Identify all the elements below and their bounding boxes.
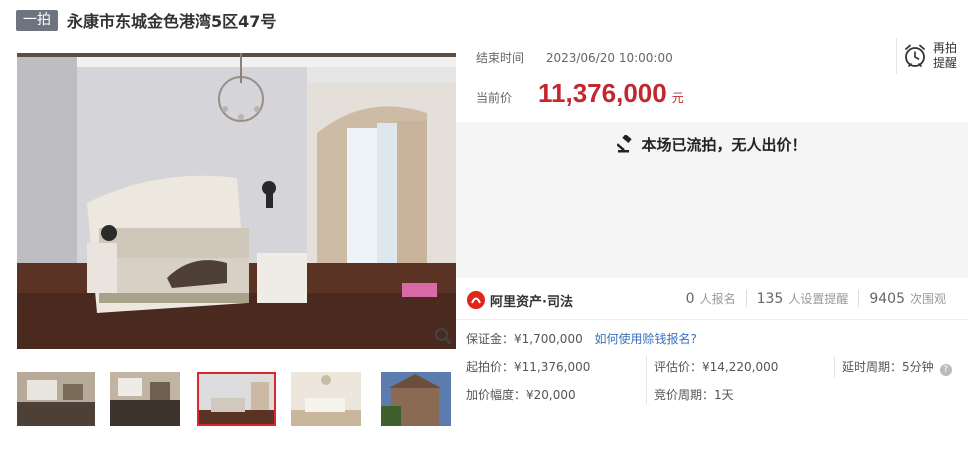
auction-round-badge: 一拍: [16, 9, 58, 31]
end-time-label: 结束时间: [476, 51, 525, 65]
thumbnail-4[interactable]: [291, 372, 361, 426]
stat-reminders-value: 135: [756, 291, 784, 307]
stat-registered-label: 人报名: [699, 292, 736, 306]
delay-period: 延时周期：5分钟?: [842, 358, 952, 376]
reauction-remind-line2: 提醒: [933, 56, 958, 70]
gavel-icon: [617, 135, 633, 153]
divider: [834, 356, 835, 378]
stat-reminders: 135 人设置提醒: [745, 290, 859, 307]
thumbnail-2[interactable]: [110, 372, 180, 426]
reauction-remind-button[interactable]: 再拍 提醒: [896, 38, 968, 74]
platform-row: 阿里资产·司法 0 人报名 135 人设置提醒 9405 次围观: [456, 278, 968, 320]
bid-increment: 加价幅度：¥20,000: [466, 388, 576, 402]
reauction-remind-label: 再拍 提醒: [933, 41, 957, 71]
main-photo[interactable]: [17, 53, 456, 349]
start-price: 起拍价：¥11,376,000: [466, 360, 591, 374]
exterior-thumbnail: [381, 372, 451, 426]
living-room-thumbnail: [291, 372, 361, 426]
stat-views-value: 9405: [869, 291, 905, 307]
ali-assets-logo-icon: [467, 291, 485, 309]
bedroom-photo: [17, 53, 456, 349]
alarm-clock-icon: [905, 44, 925, 67]
platform-logo-text: 阿里资产·司法: [490, 294, 573, 310]
stat-views-label: 次围观: [909, 292, 946, 306]
assessed-price: 评估价：¥14,220,000: [654, 360, 779, 374]
auction-stats: 0 人报名 135 人设置提醒 9405 次围观: [676, 290, 956, 307]
title-row: 一拍 永康市东城金色港湾5区47号: [16, 9, 276, 31]
zoom-icon[interactable]: [434, 327, 452, 345]
bedroom-thumbnail: [199, 374, 274, 424]
stat-reminders-label: 人设置提醒: [788, 292, 849, 306]
auction-result-box: 本场已流拍，无人出价！: [456, 122, 968, 278]
stat-registered: 0 人报名: [676, 290, 746, 307]
end-time-value: 2023/06/20 10:00:00: [545, 51, 673, 65]
current-price-unit: 元: [671, 91, 684, 105]
deposit-value: 保证金：¥1,700,000: [466, 332, 583, 346]
current-price-row: 当前价 11,376,000 元: [476, 78, 684, 109]
divider: [646, 356, 647, 404]
page-title: 永康市东城金色港湾5区47号: [67, 12, 277, 31]
reauction-remind-line1: 再拍: [933, 41, 958, 55]
current-price-value: 11,376,000: [538, 78, 667, 108]
thumbnail-3-selected[interactable]: [197, 372, 276, 426]
kitchen-thumbnail: [17, 372, 95, 426]
deposit-row: 保证金：¥1,700,000 如何使用赊钱报名?: [466, 330, 697, 347]
kitchen-thumbnail: [110, 372, 180, 426]
auction-result: 本场已流拍，无人出价！: [456, 134, 968, 155]
thumbnail-1[interactable]: [17, 372, 95, 426]
thumbnail-strip: [17, 372, 456, 426]
delay-period-text: 延时周期：5分钟: [842, 360, 934, 374]
stat-views: 9405 次围观: [858, 290, 956, 307]
deposit-help-link[interactable]: 如何使用赊钱报名?: [595, 332, 697, 346]
current-price-label: 当前价: [476, 91, 513, 105]
stat-registered-value: 0: [685, 291, 695, 307]
platform-logo[interactable]: 阿里资产·司法: [466, 290, 573, 310]
auction-result-text: 本场已流拍，无人出价！: [641, 136, 807, 154]
thumbnail-5[interactable]: [381, 372, 451, 426]
bid-period: 竞价周期：1天: [654, 388, 734, 402]
help-icon[interactable]: ?: [939, 364, 952, 376]
end-time-row: 结束时间 2023/06/20 10:00:00: [476, 49, 673, 66]
